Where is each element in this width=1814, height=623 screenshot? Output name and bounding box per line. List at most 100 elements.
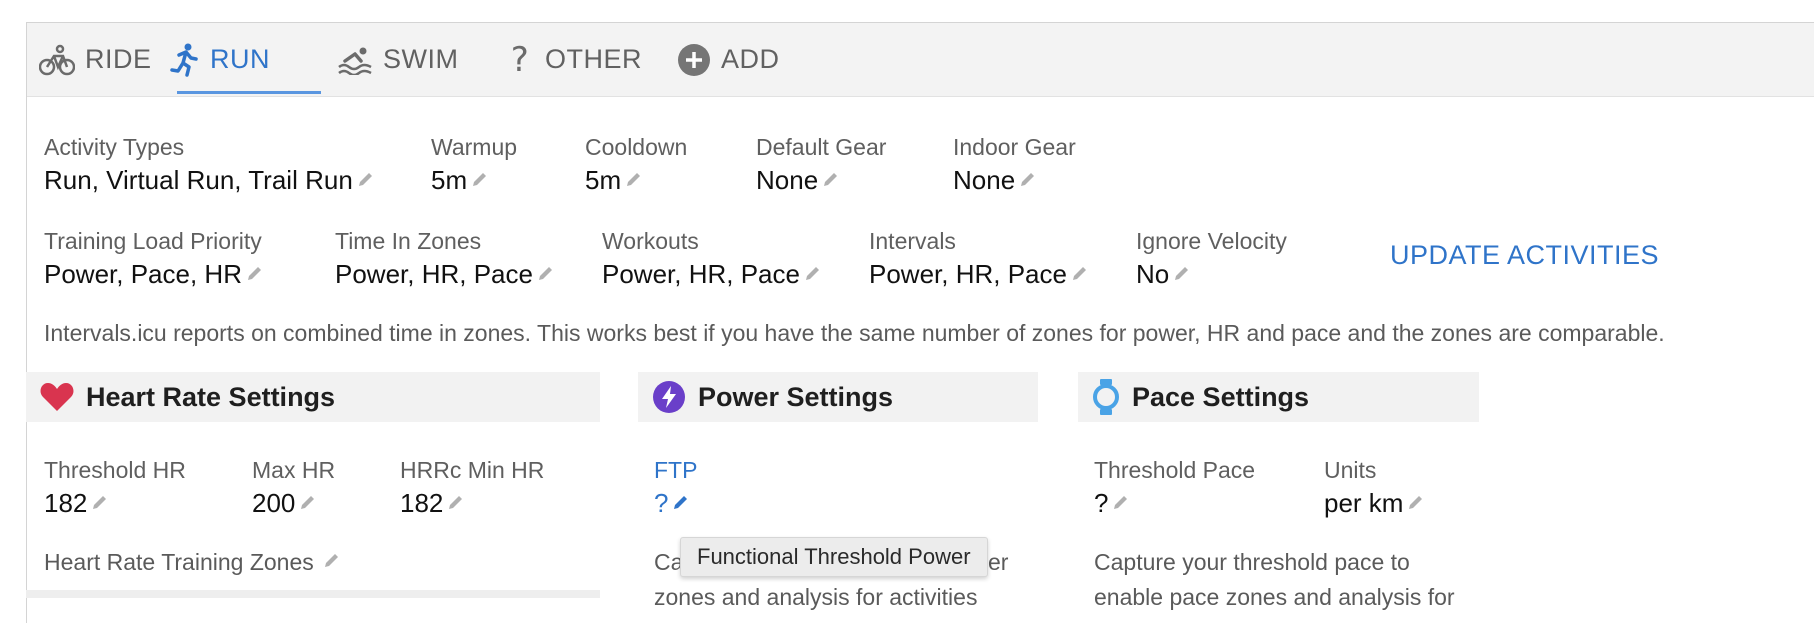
time-in-zones-value: Power, HR, Pace xyxy=(335,259,533,289)
warmup-label: Warmup xyxy=(431,134,518,160)
heart-rate-settings-title: Heart Rate Settings xyxy=(86,381,336,412)
ignore-velocity-label: Ignore Velocity xyxy=(1136,228,1287,254)
edit-activity-types-icon[interactable] xyxy=(356,165,376,195)
cooldown-label: Cooldown xyxy=(585,134,688,160)
active-tab-indicator xyxy=(177,91,321,94)
threshold-pace-label: Threshold Pace xyxy=(1094,457,1256,483)
power-settings-header: Power Settings xyxy=(638,372,1038,422)
edit-pace-units-icon[interactable] xyxy=(1406,488,1426,518)
intervals-label: Intervals xyxy=(869,228,956,254)
tab-add-label: ADD xyxy=(721,44,780,74)
runner-icon xyxy=(170,43,200,77)
edit-ignore-velocity-icon[interactable] xyxy=(1172,259,1192,289)
warmup-value: 5m xyxy=(431,165,468,195)
edit-threshold-pace-icon[interactable] xyxy=(1111,488,1131,518)
indoor-gear-field: Indoor Gear None xyxy=(953,134,1076,195)
power-text-end: er xyxy=(988,549,1009,575)
power-settings-title: Power Settings xyxy=(698,381,894,412)
swimmer-icon xyxy=(337,45,373,75)
default-gear-label: Default Gear xyxy=(756,134,887,160)
edit-hr-zones-icon[interactable] xyxy=(322,549,342,576)
max-hr-value: 200 xyxy=(252,488,296,518)
ignore-velocity-field: Ignore Velocity No xyxy=(1136,228,1287,289)
update-activities-button[interactable]: UPDATE ACTIVITIES xyxy=(1390,240,1659,271)
edit-threshold-hr-icon[interactable] xyxy=(90,488,110,518)
activity-types-value: Run, Virtual Run, Trail Run xyxy=(44,165,353,195)
tab-run[interactable]: RUN xyxy=(170,23,270,96)
tab-swim-label: SWIM xyxy=(383,44,459,74)
time-in-zones-label: Time In Zones xyxy=(335,228,482,254)
power-text-start: Ca xyxy=(654,549,684,575)
training-load-priority-value: Power, Pace, HR xyxy=(44,259,242,289)
threshold-pace-field: Threshold Pace ? xyxy=(1094,457,1255,518)
edit-warmup-icon[interactable] xyxy=(470,165,490,195)
training-load-priority-field: Training Load Priority Power, Pace, HR xyxy=(44,228,265,289)
ftp-tooltip: Functional Threshold Power xyxy=(680,537,988,577)
sport-tab-bar: RIDE RUN SWIM ? OTHER ADD xyxy=(27,23,1814,97)
ignore-velocity-value: No xyxy=(1136,259,1170,289)
cooldown-field: Cooldown 5m xyxy=(585,134,687,195)
threshold-hr-label: Threshold HR xyxy=(44,457,186,483)
tab-swim[interactable]: SWIM xyxy=(337,23,459,96)
tab-other-label: OTHER xyxy=(545,44,642,74)
pace-units-label: Units xyxy=(1324,457,1377,483)
edit-default-gear-icon[interactable] xyxy=(821,165,841,195)
hrrc-min-hr-label: HRRc Min HR xyxy=(400,457,545,483)
tab-ride[interactable]: RIDE xyxy=(39,23,152,96)
indoor-gear-label: Indoor Gear xyxy=(953,134,1076,160)
edit-intervals-icon[interactable] xyxy=(1070,259,1090,289)
tab-add[interactable]: ADD xyxy=(677,23,780,96)
cooldown-value: 5m xyxy=(585,165,622,195)
edit-training-load-priority-icon[interactable] xyxy=(245,259,265,289)
question-icon: ? xyxy=(510,39,530,80)
tab-run-label: RUN xyxy=(210,44,270,74)
lightning-bolt-icon xyxy=(652,380,686,414)
stopwatch-icon xyxy=(1092,378,1120,416)
edit-hrrc-min-hr-icon[interactable] xyxy=(446,488,466,518)
ftp-value: ? xyxy=(654,488,669,518)
hr-zones-row: Heart Rate Training Zones xyxy=(44,549,342,576)
edit-indoor-gear-icon[interactable] xyxy=(1018,165,1038,195)
pace-text-line1: Capture your threshold pace to xyxy=(1094,549,1410,575)
edit-max-hr-icon[interactable] xyxy=(298,488,318,518)
default-gear-field: Default Gear None xyxy=(756,134,886,195)
pace-units-value: per km xyxy=(1324,488,1404,518)
threshold-hr-value: 182 xyxy=(44,488,88,518)
training-load-priority-label: Training Load Priority xyxy=(44,228,262,254)
indoor-gear-value: None xyxy=(953,165,1016,195)
default-gear-value: None xyxy=(756,165,819,195)
pace-units-field: Units per km xyxy=(1324,457,1426,518)
edit-ftp-icon[interactable] xyxy=(671,488,691,518)
intervals-value: Power, HR, Pace xyxy=(869,259,1067,289)
hr-zones-label: Heart Rate Training Zones xyxy=(44,549,314,575)
tab-other[interactable]: ? OTHER xyxy=(505,23,642,96)
ftp-label[interactable]: FTP xyxy=(654,457,697,483)
warmup-field: Warmup 5m xyxy=(431,134,517,195)
time-in-zones-field: Time In Zones Power, HR, Pace xyxy=(335,228,556,289)
edit-workouts-icon[interactable] xyxy=(803,259,823,289)
max-hr-field: Max HR 200 xyxy=(252,457,335,518)
pace-settings-header: Pace Settings xyxy=(1078,372,1479,422)
edit-cooldown-icon[interactable] xyxy=(624,165,644,195)
max-hr-label: Max HR xyxy=(252,457,336,483)
hr-zones-table-top xyxy=(26,590,600,598)
intervals-field: Intervals Power, HR, Pace xyxy=(869,228,1090,289)
bicycle-icon xyxy=(39,44,75,76)
tab-ride-label: RIDE xyxy=(85,44,152,74)
activity-types-label: Activity Types xyxy=(44,134,185,160)
activity-types-field: Activity Types Run, Virtual Run, Trail R… xyxy=(44,134,376,195)
hrrc-min-hr-value: 182 xyxy=(400,488,444,518)
heart-icon xyxy=(40,382,74,412)
workouts-label: Workouts xyxy=(602,228,699,254)
threshold-pace-value: ? xyxy=(1094,488,1109,518)
edit-time-in-zones-icon[interactable] xyxy=(536,259,556,289)
threshold-hr-field: Threshold HR 182 xyxy=(44,457,186,518)
heart-rate-settings-header: Heart Rate Settings xyxy=(26,372,600,422)
plus-circle-icon xyxy=(677,43,711,77)
workouts-value: Power, HR, Pace xyxy=(602,259,800,289)
hrrc-min-hr-field: HRRc Min HR 182 xyxy=(400,457,544,518)
workouts-field: Workouts Power, HR, Pace xyxy=(602,228,823,289)
ftp-field: FTP ? xyxy=(654,457,697,518)
zones-note: Intervals.icu reports on combined time i… xyxy=(44,320,1665,346)
pace-settings-title: Pace Settings xyxy=(1132,381,1310,412)
